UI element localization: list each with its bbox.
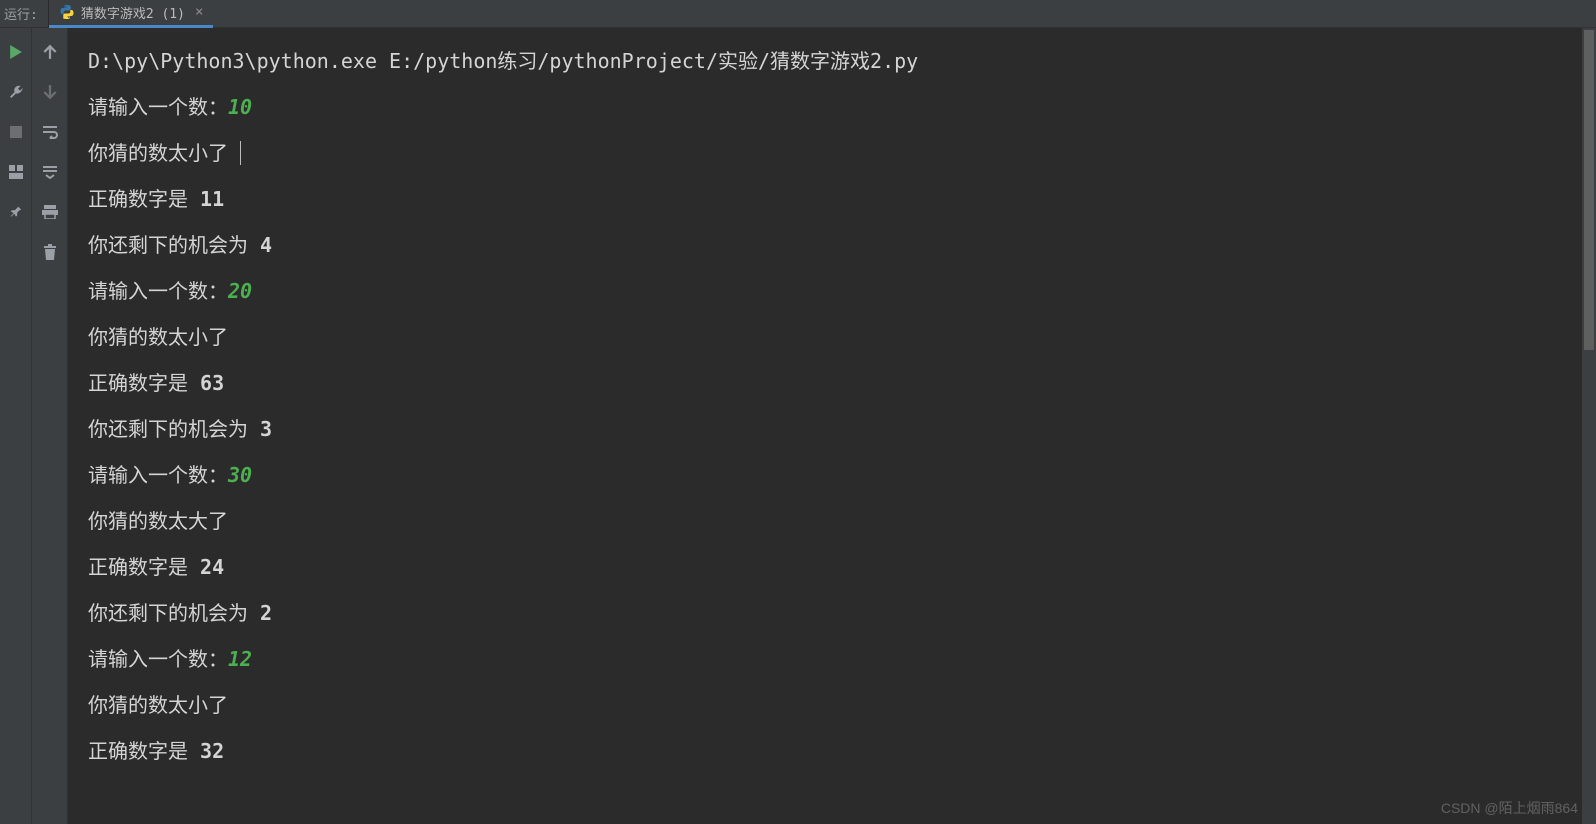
- console-line: 正确数字是 24: [88, 544, 1596, 590]
- console-line: 请输入一个数：12: [88, 636, 1596, 682]
- arrow-up-icon[interactable]: [40, 42, 60, 62]
- run-tab[interactable]: 猜数字游戏2 (1) ×: [49, 0, 214, 28]
- console-line: 你猜的数太大了: [88, 498, 1596, 544]
- arrow-down-icon[interactable]: [40, 82, 60, 102]
- console-line: 你猜的数太小了: [88, 130, 1596, 176]
- python-icon: [59, 4, 75, 20]
- console-line: 正确数字是 63: [88, 360, 1596, 406]
- top-bar: 运行: 猜数字游戏2 (1) ×: [0, 0, 1596, 28]
- print-icon[interactable]: [40, 202, 60, 222]
- watermark: CSDN @陌上烟雨864: [1441, 798, 1578, 818]
- wrench-icon[interactable]: [6, 82, 26, 102]
- console-line: 正确数字是 32: [88, 728, 1596, 774]
- console-line: 请输入一个数：30: [88, 452, 1596, 498]
- console-line: 你猜的数太小了: [88, 314, 1596, 360]
- action-toolbar: [0, 28, 32, 824]
- soft-wrap-icon[interactable]: [40, 122, 60, 142]
- nav-toolbar: [32, 28, 68, 824]
- vertical-scrollbar[interactable]: [1582, 28, 1596, 824]
- console-line: 你猜的数太小了: [88, 682, 1596, 728]
- run-icon[interactable]: [6, 42, 26, 62]
- scroll-to-end-icon[interactable]: [40, 162, 60, 182]
- tab-title: 猜数字游戏2 (1): [81, 3, 185, 22]
- layout-icon[interactable]: [6, 162, 26, 182]
- pin-icon[interactable]: [6, 202, 26, 222]
- trash-icon[interactable]: [40, 242, 60, 262]
- stop-icon[interactable]: [6, 122, 26, 142]
- run-label: 运行:: [0, 0, 49, 27]
- close-icon[interactable]: ×: [195, 4, 203, 20]
- console-line: 你还剩下的机会为 2: [88, 590, 1596, 636]
- console-line: 你还剩下的机会为 4: [88, 222, 1596, 268]
- console-line: 正确数字是 11: [88, 176, 1596, 222]
- console-command-line: D:\py\Python3\python.exe E:/python练习/pyt…: [88, 38, 1596, 84]
- console-output[interactable]: D:\py\Python3\python.exe E:/python练习/pyt…: [68, 28, 1596, 824]
- console-line: 请输入一个数：20: [88, 268, 1596, 314]
- console-line: 请输入一个数：10: [88, 84, 1596, 130]
- console-line: 你还剩下的机会为 3: [88, 406, 1596, 452]
- scrollbar-thumb[interactable]: [1584, 30, 1594, 350]
